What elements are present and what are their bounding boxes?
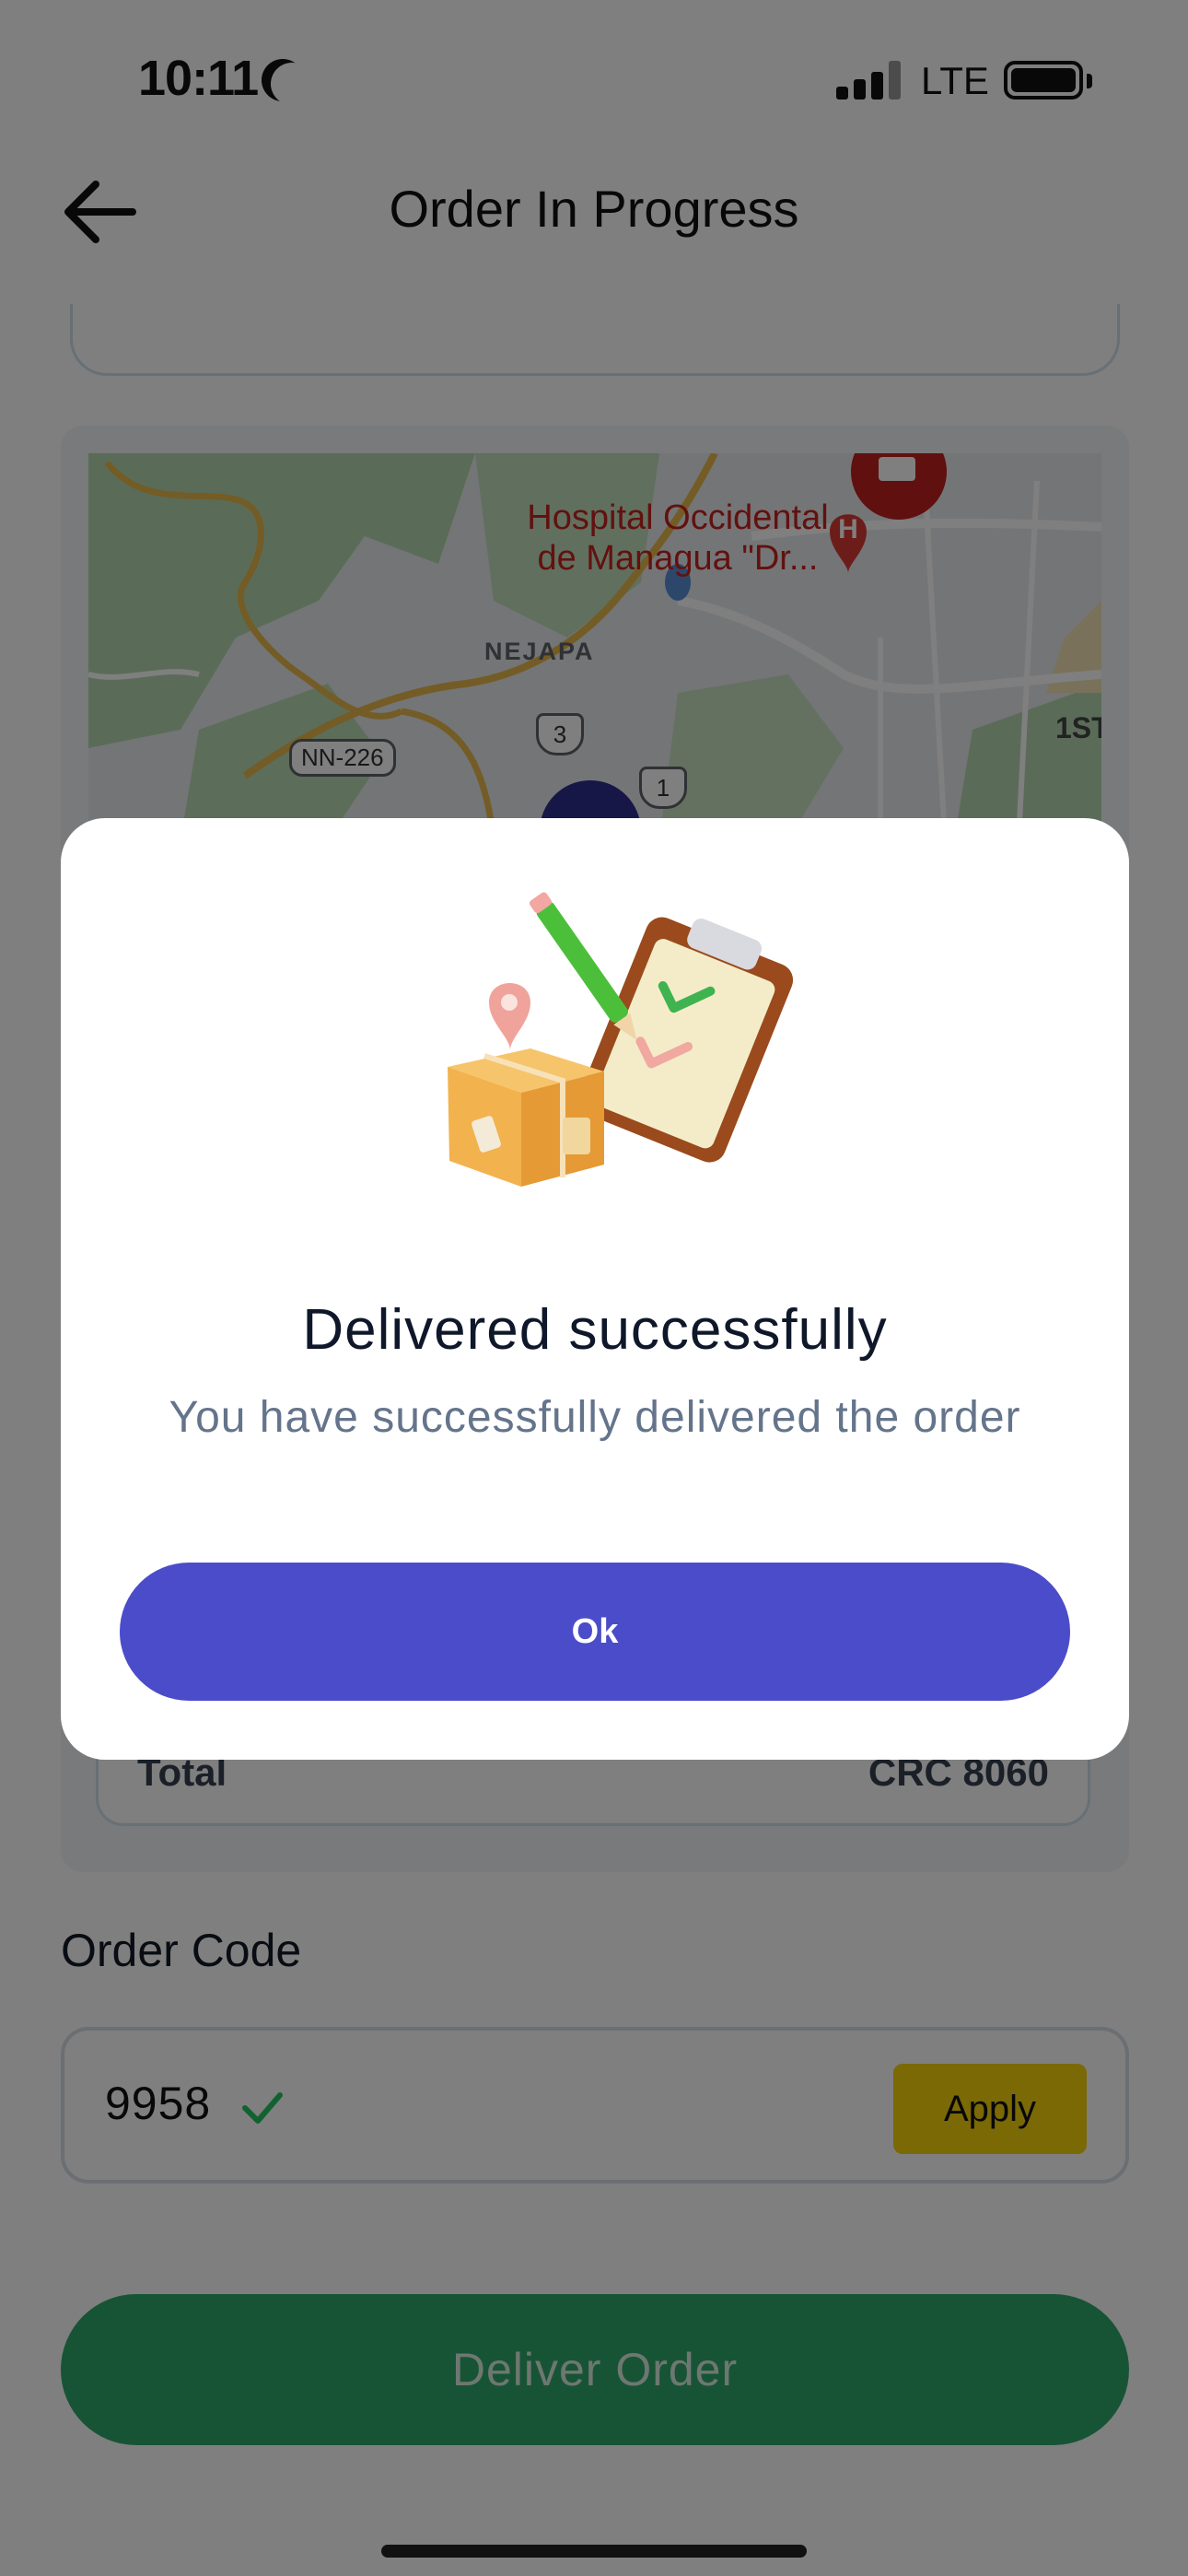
modal-title: Delivered successfully	[302, 1298, 888, 1362]
ok-button[interactable]: Ok	[120, 1563, 1070, 1701]
modal-message: You have successfully delivered the orde…	[169, 1393, 1021, 1442]
home-indicator	[381, 2545, 807, 2558]
delivered-success-modal: Delivered successfully You have successf…	[61, 818, 1129, 1760]
delivery-complete-illustration	[448, 892, 794, 1187]
